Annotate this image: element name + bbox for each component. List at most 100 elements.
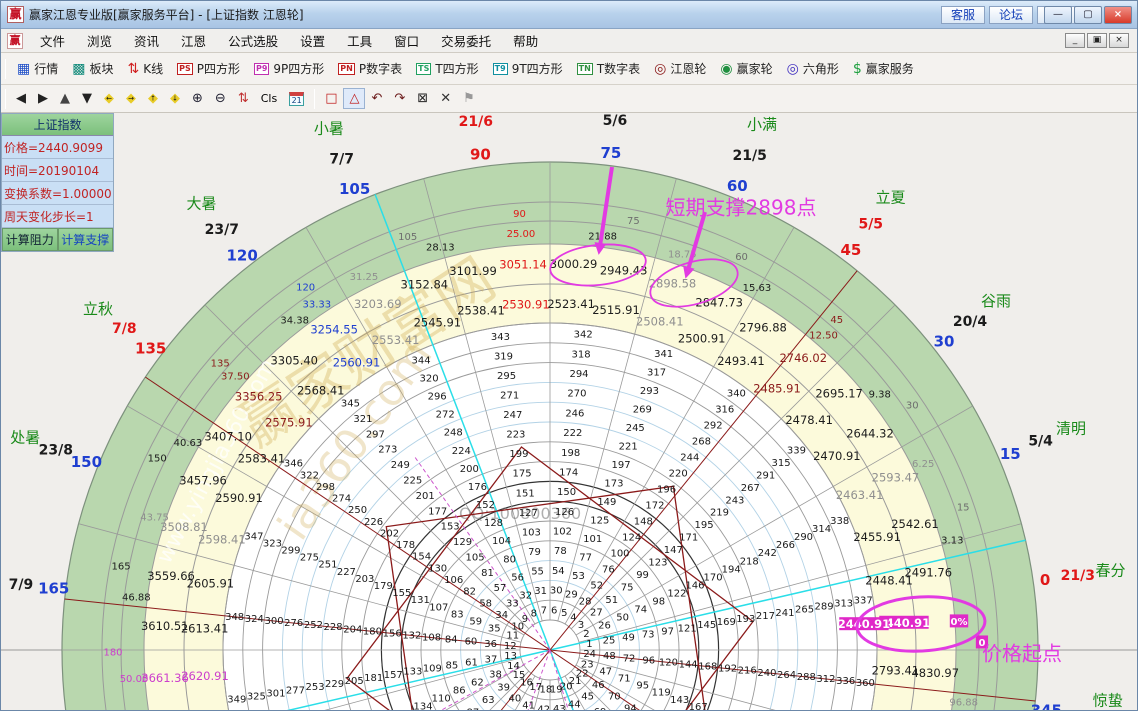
spiral-number: 97: [661, 626, 674, 637]
drawtool-rotate-cw-button[interactable]: ↷: [388, 88, 411, 109]
toolbar-gann-wheel-button[interactable]: ◎江恩轮: [647, 57, 713, 80]
param-row-3: 周天变化步长=1: [2, 205, 113, 228]
drawtool-forward-button[interactable]: ▶: [32, 88, 54, 109]
calc-support-button[interactable]: 计算支撑: [58, 228, 114, 251]
toolbar-winner-wheel-button[interactable]: ◉赢家轮: [713, 57, 779, 80]
mdi-minimize-button[interactable]: _: [1065, 33, 1085, 48]
spiral-number: 298: [316, 482, 335, 493]
drawtool-flag-button[interactable]: ⚑: [457, 88, 481, 109]
minimize-button[interactable]: —: [1044, 6, 1072, 24]
drawtool-pennant-down-button[interactable]: ▼: [76, 88, 98, 109]
degree-label: 180: [103, 647, 122, 658]
outer-degree-label: 90: [470, 145, 491, 163]
toolbar-t-square-button[interactable]: TST四方形: [409, 57, 486, 80]
spiral-number: 338: [830, 516, 849, 527]
drawtool-scatter-button[interactable]: ✕: [434, 88, 457, 109]
toolbar-9t-square-button[interactable]: T99T四方形: [486, 57, 570, 80]
spiral-number: 84: [445, 635, 458, 646]
caption-buttons: — ▢ ×: [1044, 6, 1132, 24]
toolbar-winner-service-button[interactable]: $赢家服务: [846, 57, 921, 80]
spiral-number: 173: [604, 478, 623, 489]
spiral-number: 101: [583, 534, 602, 545]
drawtool-zoom-in-button[interactable]: ⊕: [186, 88, 209, 109]
menu-item-5[interactable]: 设置: [289, 28, 336, 53]
spiral-number: 43: [553, 704, 566, 711]
spiral-number: 12: [504, 641, 517, 652]
toolbar-t-table-button[interactable]: TNT数字表: [570, 57, 648, 80]
percent-label: 31.25: [350, 272, 379, 283]
spiral-number: 275: [300, 553, 319, 564]
toolbar-hexagon-button[interactable]: ◎六角形: [780, 57, 846, 80]
drawtool-pan-up-button[interactable]: ◆↑: [142, 88, 164, 109]
menu-item-1[interactable]: 浏览: [76, 28, 123, 53]
spiral-number: 49: [622, 633, 635, 644]
titlebar-link-1[interactable]: 论坛: [989, 6, 1033, 24]
drawtool-cls-button[interactable]: Cls: [255, 89, 283, 108]
drawtool-calendar-button[interactable]: 21: [283, 89, 310, 109]
spiral-number: 69: [594, 707, 607, 711]
outer-degree-label: 120: [227, 246, 258, 264]
drawtool-rect-tool-button[interactable]: □: [319, 88, 343, 109]
mdi-restore-button[interactable]: ▣: [1087, 33, 1107, 48]
menu-item-4[interactable]: 公式选股: [217, 28, 289, 53]
toolbar-kline-button[interactable]: ⇅K线: [121, 57, 171, 80]
spiral-number: 32: [519, 590, 532, 601]
spiral-number: 50: [616, 613, 629, 624]
spiral-number: 229: [325, 679, 344, 690]
spiral-number: 5: [561, 608, 567, 619]
drawtool-box-x-button[interactable]: ⊠: [411, 88, 434, 109]
solar-date-label: 7/8: [112, 321, 137, 337]
drawtool-zoom-out-button[interactable]: ⊖: [209, 88, 232, 109]
price-inner-label: 2515.91: [592, 303, 640, 317]
menu-item-0[interactable]: 文件: [29, 28, 76, 53]
spiral-number: 41: [522, 701, 535, 711]
spiral-number: 125: [590, 515, 609, 526]
percent-label: 6.25: [912, 459, 934, 470]
titlebar-link-0[interactable]: 客服: [941, 6, 985, 24]
percent-label: 37.50: [221, 371, 250, 382]
menu-item-9[interactable]: 帮助: [502, 28, 549, 53]
menu-item-8[interactable]: 交易委托: [430, 28, 502, 53]
menu-item-2[interactable]: 资讯: [123, 28, 170, 53]
drawtool-pan-left-button[interactable]: ◆←: [98, 88, 120, 109]
toolbar-p-table-button[interactable]: PNP数字表: [331, 57, 409, 80]
toolbar-9p-square-button[interactable]: P99P四方形: [247, 57, 331, 80]
toolbar-quotes-button[interactable]: ▦行情: [10, 57, 65, 80]
toolbar-sectors-button[interactable]: ▩板块: [65, 57, 120, 80]
drawtool-rotate-ccw-button[interactable]: ↶: [365, 88, 388, 109]
drawtool-pan-right-button[interactable]: ◆→: [120, 88, 142, 109]
price-outer-label: 3101.99: [449, 264, 497, 278]
spiral-number: 63: [482, 695, 495, 706]
spiral-number: 360: [856, 678, 875, 689]
price-outer-label: 3356.25: [235, 389, 283, 403]
spiral-number: 76: [602, 565, 615, 576]
spiral-number: 296: [428, 391, 447, 402]
spiral-number: 6: [551, 605, 557, 616]
spiral-number: 167: [689, 702, 708, 711]
calc-resistance-button[interactable]: 计算阻力: [2, 228, 58, 251]
menu-item-3[interactable]: 江恩: [170, 28, 217, 53]
drawtool-pennant-up-button[interactable]: ▲: [54, 88, 76, 109]
gann-wheel-chart[interactable]: 赢家财富网ia360.comwww.yingjia360.comQQ:10080…: [1, 113, 1138, 711]
down-pennant-icon: ▼: [82, 91, 92, 106]
maximize-button[interactable]: ▢: [1074, 6, 1102, 24]
spiral-number: 226: [364, 517, 383, 528]
gann-wheel-canvas[interactable]: 赢家财富网ia360.comwww.yingjia360.comQQ:10080…: [1, 113, 1138, 711]
outer-degree-label: 105: [339, 180, 370, 198]
outer-degree-label: 165: [38, 580, 69, 598]
menu-item-6[interactable]: 工具: [336, 28, 383, 53]
drawtool-triangle-tool-button[interactable]: △: [343, 88, 365, 109]
mdi-close-button[interactable]: ×: [1109, 33, 1129, 48]
spiral-number: 3: [578, 620, 584, 631]
toolbar-label: 六角形: [803, 60, 839, 77]
drawtool-back-button[interactable]: ◀: [10, 88, 32, 109]
spiral-number: 44: [568, 700, 581, 711]
toolbar-label: T数字表: [597, 60, 640, 77]
toolbar-p-square-button[interactable]: PSP四方形: [170, 57, 247, 80]
spiral-number: 25: [603, 636, 616, 647]
menu-item-7[interactable]: 窗口: [383, 28, 430, 53]
drawtool-pan-down-button[interactable]: ◆↓: [164, 88, 186, 109]
close-button[interactable]: ×: [1104, 6, 1132, 24]
drawtool-updown-button[interactable]: ⇅: [232, 88, 255, 109]
spiral-number: 37: [485, 654, 498, 665]
